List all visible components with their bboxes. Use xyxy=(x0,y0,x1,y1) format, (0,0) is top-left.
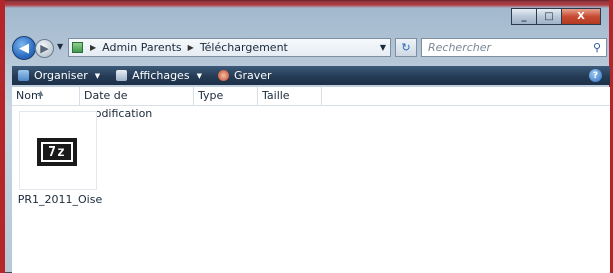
file-list-pane[interactable]: ▲ Nom Date de modification Type Taille 7… xyxy=(12,87,610,273)
breadcrumb-separator-icon[interactable]: ▶ xyxy=(188,43,194,52)
address-dropdown-icon[interactable]: ▼ xyxy=(380,43,386,52)
breadcrumb-admin-parents[interactable]: Admin Parents xyxy=(102,41,182,54)
help-icon[interactable]: ? xyxy=(589,69,602,82)
views-label: Affichages xyxy=(132,69,190,82)
burn-label: Graver xyxy=(233,69,272,82)
file-name[interactable]: PR1_2011_Oise xyxy=(12,193,108,206)
column-header-type[interactable]: Type xyxy=(194,87,258,105)
column-header-size[interactable]: Taille xyxy=(258,87,322,105)
back-arrow-icon: ◀ xyxy=(19,40,29,56)
column-header-name[interactable]: ▲ Nom xyxy=(12,87,80,105)
7z-archive-icon: 7z xyxy=(37,138,77,166)
address-row: ◀ ▶ ▼ ▶ Admin Parents ▶ Téléchargement ▼… xyxy=(12,36,610,60)
window-top-edge xyxy=(0,0,613,8)
search-icon[interactable]: ⚲ xyxy=(593,41,601,54)
command-bar: Organiser ▼ Affichages ▼ Graver ? xyxy=(12,66,610,85)
file-item[interactable]: 7z xyxy=(19,111,97,190)
minimize-button[interactable]: _ xyxy=(511,8,537,25)
chevron-down-icon: ▼ xyxy=(196,71,202,80)
caption-buttons: _ □ X xyxy=(511,8,601,25)
search-placeholder: Rechercher xyxy=(428,41,492,54)
refresh-button[interactable]: ↻ xyxy=(395,38,417,57)
breadcrumb-telechargement[interactable]: Téléchargement xyxy=(200,41,288,54)
views-icon xyxy=(116,70,128,81)
views-menu[interactable]: Affichages ▼ xyxy=(116,69,202,82)
forward-button[interactable]: ▶ xyxy=(35,39,54,58)
sort-ascending-icon: ▲ xyxy=(38,89,44,97)
refresh-icon: ↻ xyxy=(401,41,411,54)
burn-button[interactable]: Graver xyxy=(217,69,272,82)
back-button[interactable]: ◀ xyxy=(12,36,36,60)
close-button[interactable]: X xyxy=(561,8,601,25)
maximize-button[interactable]: □ xyxy=(536,8,562,25)
column-header-type-label: Type xyxy=(198,89,224,102)
7z-icon-label: 7z xyxy=(41,142,73,162)
search-input[interactable]: Rechercher ⚲ xyxy=(421,38,607,57)
chevron-down-icon: ▼ xyxy=(94,71,101,80)
address-bar[interactable]: ▶ Admin Parents ▶ Téléchargement ▼ xyxy=(68,38,391,57)
folder-icon xyxy=(72,42,83,53)
organize-label: Organiser xyxy=(34,69,88,82)
organize-menu[interactable]: Organiser ▼ xyxy=(18,69,100,82)
column-header-size-label: Taille xyxy=(262,89,290,102)
burn-disc-icon xyxy=(217,70,229,81)
column-headers: ▲ Nom Date de modification Type Taille xyxy=(12,87,610,120)
window-left-edge xyxy=(0,0,5,273)
column-header-date[interactable]: Date de modification xyxy=(80,87,194,120)
history-dropdown-icon[interactable]: ▼ xyxy=(57,42,63,51)
breadcrumb-separator-icon[interactable]: ▶ xyxy=(90,43,96,52)
organize-icon xyxy=(18,70,29,81)
forward-arrow-icon: ▶ xyxy=(40,42,49,55)
